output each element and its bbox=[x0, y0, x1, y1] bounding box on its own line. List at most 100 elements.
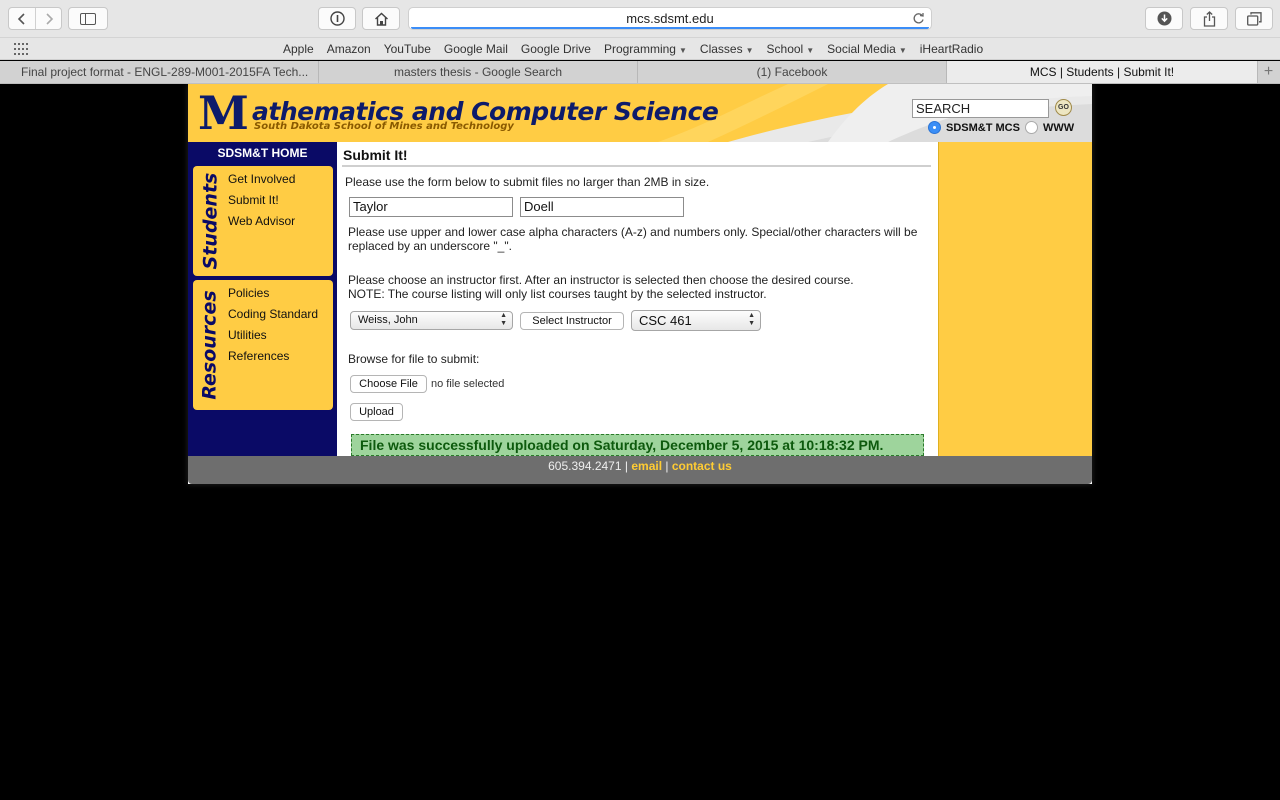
footer-separator: | bbox=[624, 459, 628, 473]
resources-links: Policies Coding Standard Utilities Refer… bbox=[228, 285, 318, 369]
students-box: Students Get Involved Submit It! Web Adv… bbox=[193, 166, 333, 276]
site-logo-m[interactable]: M bbox=[198, 90, 249, 136]
chevron-down-icon: ▼ bbox=[745, 46, 754, 55]
favorite-label: Social Media bbox=[827, 42, 896, 56]
favorites-list: Apple Amazon YouTube Google Mail Google … bbox=[283, 38, 996, 60]
reload-icon[interactable] bbox=[912, 12, 925, 25]
title-divider bbox=[342, 165, 931, 167]
course-select[interactable]: CSC 461 ▲ ▼ bbox=[631, 310, 761, 331]
share-icon bbox=[1203, 10, 1215, 27]
favorite-iheartradio[interactable]: iHeartRadio bbox=[920, 42, 983, 56]
students-links: Get Involved Submit It! Web Advisor bbox=[228, 171, 295, 234]
site-search-input[interactable]: SEARCH bbox=[912, 99, 1049, 118]
new-tab-button[interactable]: + bbox=[1257, 61, 1279, 83]
site-header: M athematics and Computer Science South … bbox=[188, 84, 1092, 142]
download-icon bbox=[1157, 11, 1171, 26]
home-icon bbox=[374, 12, 388, 26]
forward-button[interactable] bbox=[35, 8, 61, 29]
favorite-apple[interactable]: Apple bbox=[283, 42, 314, 56]
sdsmt-home-link[interactable]: SDSM&T HOME bbox=[188, 146, 337, 160]
url-text: mcs.sdsmt.edu bbox=[626, 11, 714, 26]
favorite-amazon[interactable]: Amazon bbox=[327, 42, 371, 56]
site-sidebar: SDSM&T HOME Students Get Involved Submit… bbox=[188, 142, 337, 456]
instructor-note-2: NOTE: The course listing will only list … bbox=[348, 287, 767, 301]
site-footer: 605.394.2471 | email | contact us bbox=[188, 456, 1092, 484]
footer-phone: 605.394.2471 bbox=[548, 459, 622, 473]
instructor-select[interactable]: Weiss, John ▲ ▼ bbox=[350, 311, 513, 330]
footer-email-link[interactable]: email bbox=[631, 459, 662, 473]
students-heading: Students bbox=[195, 166, 225, 276]
plus-icon: + bbox=[1263, 63, 1274, 80]
select-arrows-icon: ▲ ▼ bbox=[500, 312, 507, 327]
search-go-button[interactable]: GO bbox=[1055, 99, 1072, 116]
instructor-select-value: Weiss, John bbox=[358, 314, 418, 326]
resources-heading: Resources bbox=[195, 280, 225, 410]
tab-facebook[interactable]: (1) Facebook bbox=[638, 61, 947, 83]
sidebar-link-utilities[interactable]: Utilities bbox=[228, 327, 318, 348]
radio-www-label: WWW bbox=[1042, 121, 1075, 134]
tab-mcs-submit-it[interactable]: MCS | Students | Submit It! bbox=[947, 61, 1257, 83]
first-name-field[interactable]: Taylor bbox=[349, 197, 513, 217]
chevron-down-icon: ▼ bbox=[806, 46, 815, 55]
sidebar-link-coding-standard[interactable]: Coding Standard bbox=[228, 306, 318, 327]
select-instructor-button[interactable]: Select Instructor bbox=[520, 312, 624, 330]
sidebar-link-references[interactable]: References bbox=[228, 348, 318, 369]
back-button[interactable] bbox=[9, 8, 35, 29]
upload-button[interactable]: Upload bbox=[350, 403, 403, 421]
footer-contact-link[interactable]: contact us bbox=[672, 459, 732, 473]
chevron-down-icon: ▼ bbox=[898, 46, 907, 55]
chevron-down-icon: ▼ bbox=[678, 46, 687, 55]
course-select-value: CSC 461 bbox=[639, 313, 692, 328]
favorite-google-drive[interactable]: Google Drive bbox=[521, 42, 591, 56]
address-bar[interactable]: mcs.sdsmt.edu bbox=[408, 7, 932, 30]
favorite-label: Programming bbox=[603, 42, 676, 56]
sidebar-link-submit-it[interactable]: Submit It! bbox=[228, 192, 295, 213]
favorites-bar: Apple Amazon YouTube Google Mail Google … bbox=[0, 38, 1280, 60]
tab-bar: Final project format - ENGL-289-M001-201… bbox=[0, 61, 1280, 84]
resources-box: Resources Policies Coding Standard Utili… bbox=[193, 280, 333, 410]
browse-label: Browse for file to submit: bbox=[348, 352, 480, 366]
intro-text: Please use the form below to submit file… bbox=[345, 175, 710, 189]
share-button[interactable] bbox=[1190, 7, 1228, 30]
grid-icon[interactable] bbox=[14, 43, 28, 55]
submit-form-content: Submit It! Please use the form below to … bbox=[337, 142, 938, 456]
chevron-right-icon bbox=[45, 12, 53, 25]
favorite-school-menu[interactable]: School ▼ bbox=[767, 42, 815, 56]
nav-buttons bbox=[8, 7, 62, 30]
browser-toolbar: mcs.sdsmt.edu bbox=[0, 0, 1280, 38]
choose-file-button[interactable]: Choose File bbox=[350, 375, 427, 393]
search-scope-radios: SDSM&T MCS WWW bbox=[928, 121, 1079, 134]
last-name-field[interactable]: Doell bbox=[520, 197, 684, 217]
tab-engl-final-project[interactable]: Final project format - ENGL-289-M001-201… bbox=[0, 61, 319, 83]
site-logo-subtitle: South Dakota School of Mines and Technol… bbox=[254, 121, 514, 132]
sidebar-icon bbox=[80, 12, 96, 25]
instructor-note-1: Please choose an instructor first. After… bbox=[348, 273, 854, 287]
students-heading-text: Students bbox=[199, 172, 222, 270]
favorite-label: Classes bbox=[699, 42, 743, 56]
favorite-classes-menu[interactable]: Classes ▼ bbox=[700, 42, 754, 56]
no-file-selected-text: no file selected bbox=[431, 378, 505, 390]
favorite-social-media-menu[interactable]: Social Media ▼ bbox=[827, 42, 907, 56]
privacy-button[interactable] bbox=[318, 7, 356, 30]
downloads-button[interactable] bbox=[1145, 7, 1183, 30]
sidebar-link-policies[interactable]: Policies bbox=[228, 285, 318, 306]
page-title: Submit It! bbox=[343, 147, 408, 163]
tab-overview-button[interactable] bbox=[1235, 7, 1273, 30]
radio-sdsmt-mcs[interactable] bbox=[928, 121, 941, 134]
favorite-google-mail[interactable]: Google Mail bbox=[444, 42, 508, 56]
favorite-programming-menu[interactable]: Programming ▼ bbox=[604, 42, 687, 56]
page-load-progress bbox=[411, 27, 929, 29]
chevron-left-icon bbox=[17, 12, 25, 25]
select-arrows-icon: ▲ ▼ bbox=[748, 312, 755, 327]
sidebar-link-web-advisor[interactable]: Web Advisor bbox=[228, 213, 295, 234]
favorite-youtube[interactable]: YouTube bbox=[384, 42, 431, 56]
upload-success-message: File was successfully uploaded on Saturd… bbox=[351, 434, 924, 456]
favorite-label: School bbox=[766, 42, 804, 56]
tab-overview-icon bbox=[1246, 11, 1262, 26]
sidebar-link-get-involved[interactable]: Get Involved bbox=[228, 171, 295, 192]
home-button[interactable] bbox=[362, 7, 400, 30]
sidebar-button[interactable] bbox=[68, 7, 108, 30]
tab-masters-thesis-search[interactable]: masters thesis - Google Search bbox=[319, 61, 638, 83]
radio-www[interactable] bbox=[1024, 121, 1038, 134]
name-format-note: Please use upper and lower case alpha ch… bbox=[348, 225, 918, 253]
